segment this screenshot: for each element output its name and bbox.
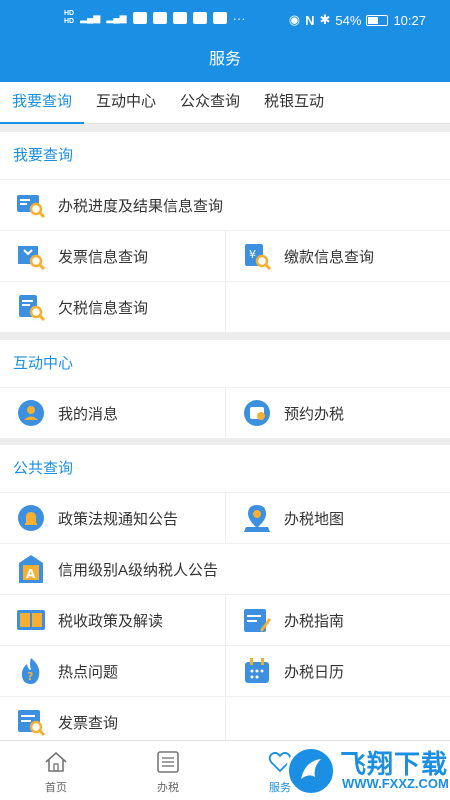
hd-icon: HD HD — [64, 10, 75, 25]
page-title: 服务 — [0, 42, 450, 82]
list-icon — [156, 751, 180, 776]
user-message-icon — [16, 398, 46, 428]
section-my-query: 我要查询 办税进度及结果信息查询 发票信息查询 ¥ 缴款信息查询 欠税信息查询 — [0, 132, 450, 333]
nav-tax[interactable]: 办税 — [112, 741, 224, 800]
svg-text:¥: ¥ — [249, 248, 256, 261]
watermark-url: WWW.FXXZ.COM — [342, 776, 449, 791]
tab-interaction-center[interactable]: 互动中心 — [84, 82, 168, 123]
app-notification-icon — [132, 12, 147, 24]
tab-bar: 我要查询 互动中心 公众查询 税银互动 — [0, 82, 450, 124]
section-title: 互动中心 — [0, 340, 450, 388]
item-tax-policy-interpretation[interactable]: 税收政策及解读 — [0, 595, 225, 645]
item-policy-notice[interactable]: 政策法规通知公告 — [0, 493, 225, 543]
tab-public-query[interactable]: 公众查询 — [168, 82, 252, 123]
item-appointment[interactable]: 预约办税 — [225, 388, 450, 438]
battery-percent: 54% — [335, 12, 362, 28]
svg-text:A: A — [26, 567, 36, 581]
nfc-icon: N — [305, 12, 315, 28]
status-right: ◉ N ✱ 54% 10:27 — [289, 12, 426, 28]
app-notification-icon — [152, 12, 167, 24]
section-title: 我要查询 — [0, 132, 450, 180]
item-credit-a-taxpayer[interactable]: A 信用级别A级纳税人公告 — [0, 544, 450, 594]
arrears-search-icon — [16, 292, 46, 322]
guide-icon — [242, 605, 272, 635]
calendar-icon — [242, 656, 272, 686]
credit-a-icon: A — [16, 554, 46, 584]
battery-icon — [366, 14, 389, 26]
tab-my-query[interactable]: 我要查询 — [0, 82, 85, 124]
status-left-icons: HD HD ▂▄▆ ▂▄▆ ··· — [64, 10, 246, 26]
bluetooth-icon: ✱ — [319, 12, 331, 27]
signal-icon: ▂▄▆ — [106, 12, 127, 23]
book-icon — [16, 605, 46, 635]
invoice-search-icon — [16, 241, 46, 271]
item-arrears-info-query[interactable]: 欠税信息查询 — [0, 282, 225, 332]
item-tax-map[interactable]: 办税地图 — [225, 493, 450, 543]
item-hot-questions[interactable]: ? 热点问题 — [0, 646, 225, 696]
payment-search-icon: ¥ — [242, 241, 272, 271]
hot-question-icon: ? — [16, 656, 46, 686]
section-public-query: 公共查询 政策法规通知公告 办税地图 A 信用级别A级纳税人公告 税收政策及解读… — [0, 445, 450, 748]
invoice-icon — [16, 707, 46, 737]
status-bar: HD HD ▂▄▆ ▂▄▆ ··· ◉ N ✱ 54% 10:27 — [0, 0, 450, 42]
eye-icon: ◉ — [288, 12, 301, 27]
item-my-messages[interactable]: 我的消息 — [0, 388, 225, 438]
appointment-icon — [242, 398, 272, 428]
map-pin-icon — [242, 503, 272, 533]
app-notification-icon — [192, 12, 207, 24]
item-payment-info-query[interactable]: ¥ 缴款信息查询 — [225, 231, 450, 281]
app-notification-icon — [212, 12, 227, 24]
signal-icon: ▂▄▆ — [80, 12, 101, 23]
section-title: 公共查询 — [0, 445, 450, 493]
watermark-logo-icon — [286, 746, 336, 796]
section-interaction-center: 互动中心 我的消息 预约办税 — [0, 340, 450, 439]
empty-cell — [225, 282, 450, 332]
search-doc-icon — [16, 190, 46, 220]
clock: 10:27 — [393, 12, 426, 28]
app-notification-icon — [172, 12, 187, 24]
item-invoice-info-query[interactable]: 发票信息查询 — [0, 231, 225, 281]
tab-tax-bank[interactable]: 税银互动 — [252, 82, 336, 123]
watermark: 飞翔下载 WWW.FXXZ.COM — [280, 740, 450, 800]
svg-text:?: ? — [27, 670, 33, 683]
item-tax-calendar[interactable]: 办税日历 — [225, 646, 450, 696]
bell-icon — [16, 503, 46, 533]
more-icon: ··· — [232, 10, 246, 26]
item-tax-progress-query[interactable]: 办税进度及结果信息查询 — [0, 180, 450, 230]
home-icon — [44, 751, 68, 776]
item-tax-guide[interactable]: 办税指南 — [225, 595, 450, 645]
nav-home[interactable]: 首页 — [0, 741, 112, 800]
